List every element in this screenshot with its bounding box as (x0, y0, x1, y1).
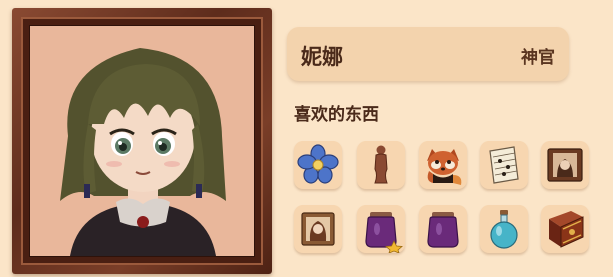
red-panda-icon (427, 149, 462, 185)
character-class: 神官 (521, 48, 555, 68)
liked-item-red-panda[interactable] (419, 141, 467, 189)
character-name-panel: 妮娜 神官 (287, 27, 569, 81)
likes-heading: 喜欢的东西 (294, 105, 379, 125)
sheet-music-icon (489, 146, 519, 184)
blue-flower-icon (297, 144, 339, 184)
framed-portrait-icon (547, 148, 583, 182)
liked-item-blue-potion[interactable] (480, 205, 528, 253)
liked-item-sheet-music[interactable] (480, 141, 528, 189)
portrait-frame-inner (21, 17, 263, 265)
character-portrait-art (30, 26, 254, 256)
purple-jam-jar-icon (365, 212, 403, 253)
liked-item-wooden-statue[interactable] (357, 141, 405, 189)
character-portrait (29, 25, 255, 257)
wooden-statue-icon (374, 145, 388, 184)
framed-portrait-icon (301, 212, 335, 246)
liked-item-framed-portrait-2[interactable] (294, 205, 342, 253)
liked-item-framed-portrait[interactable] (541, 141, 589, 189)
character-name: 妮娜 (301, 45, 343, 69)
portrait-frame (12, 8, 272, 274)
liked-item-blue-flower[interactable] (294, 141, 342, 189)
spell-book-icon (549, 211, 584, 248)
purple-jam-jar-icon (427, 212, 459, 248)
liked-item-purple-jam-jar-2[interactable] (419, 205, 467, 253)
blue-potion-icon (490, 210, 518, 249)
liked-item-spell-book[interactable] (541, 205, 589, 253)
liked-item-purple-jam-jar[interactable] (357, 205, 405, 253)
